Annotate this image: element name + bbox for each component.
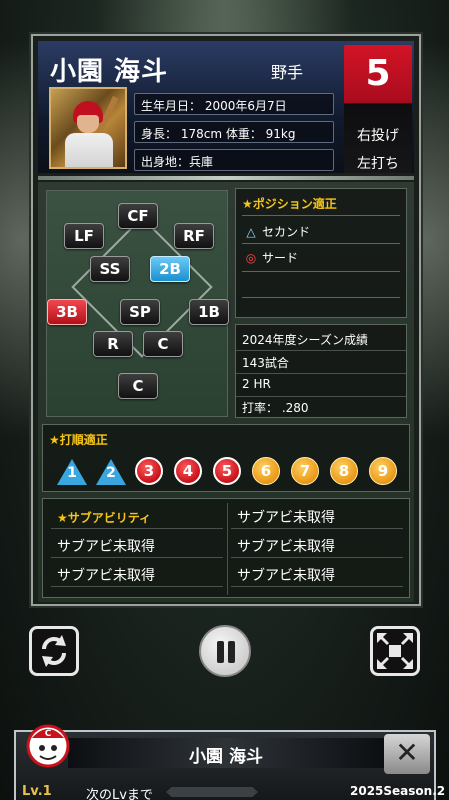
- birthdate-row: 生年月日： 2000年6月7日: [134, 93, 334, 115]
- uniform-number-box: 5 右投げ 左打ち: [344, 45, 412, 173]
- season-title: 2024年度シーズン成績: [242, 333, 368, 347]
- season-avg: 打率： .280: [242, 401, 309, 415]
- season-tag: 2025Season.2: [350, 784, 446, 798]
- position-ss: SS: [90, 256, 130, 282]
- svg-text:C: C: [45, 729, 52, 739]
- aptitude-label-second: セカンド: [262, 225, 311, 239]
- position-rp: R: [93, 331, 133, 357]
- batting-order-number: 1: [67, 465, 77, 481]
- footer-player-name: 小園 海斗: [189, 747, 263, 767]
- pause-button[interactable]: [199, 625, 251, 677]
- sub-ability-panel: ★サブアビリティ サブアビ未取得 サブアビ未取得 サブアビ未取得 サブアビ未取得…: [42, 498, 410, 598]
- aptitude-item-third: ◎ サード: [244, 249, 298, 266]
- header-divider: [38, 176, 414, 180]
- next-level-label: 次のLvまで: [86, 788, 153, 800]
- season-stats-panel: 2024年度シーズン成績 143試合 2 HR 打率： .280: [235, 324, 407, 418]
- aptitude-divider: [242, 271, 400, 272]
- sub-ability-slot: サブアビ未取得: [231, 532, 403, 558]
- position-cp: C: [143, 331, 183, 357]
- sub-ability-slot: サブアビ未取得: [51, 561, 223, 587]
- season-divider: [236, 350, 406, 351]
- double-circle-icon: ◎: [245, 251, 257, 265]
- sub-ability-title: ★サブアビリティ: [51, 503, 223, 529]
- season-games: 143試合: [242, 356, 289, 370]
- physique-row: 身長： 178cm 体重： 91kg: [134, 121, 334, 143]
- position-3b: 3B: [47, 299, 87, 325]
- batting-order-marker: 9: [369, 457, 397, 485]
- close-button[interactable]: ✕: [384, 734, 430, 774]
- exp-bar: [166, 787, 258, 797]
- position-aptitude-title: ★ポジション適正: [242, 197, 337, 211]
- shrink-icon: [377, 633, 413, 669]
- aptitude-label-third: サード: [262, 251, 299, 265]
- aptitude-divider: [242, 243, 400, 244]
- level-label: Lv.1: [22, 784, 52, 799]
- batting-order-title: ★打順適正: [49, 433, 108, 447]
- position-catcher: C: [118, 373, 158, 399]
- position-sp: SP: [120, 299, 160, 325]
- field-diagram: CF LF RF SS 2B 3B SP 1B R C C: [46, 190, 229, 417]
- aptitude-divider: [242, 215, 400, 216]
- card-header: 小園 海斗 野手 5 右投げ 左打ち 生年月日： 2000年6月7日 身長： 1…: [38, 41, 414, 173]
- pause-icon: [228, 641, 235, 663]
- aptitude-item-second: △ セカンド: [244, 223, 310, 240]
- position-aptitude-panel: ★ポジション適正 △ セカンド ◎ サード: [235, 188, 407, 318]
- position-rf: RF: [174, 223, 214, 249]
- position-2b: 2B: [150, 256, 190, 282]
- aptitude-divider: [242, 297, 400, 298]
- batting-order-marker: 6: [252, 457, 280, 485]
- sub-ability-slot: サブアビ未取得: [231, 503, 403, 529]
- season-hr: 2 HR: [242, 377, 271, 391]
- refresh-icon: [42, 635, 66, 667]
- refresh-button[interactable]: [29, 626, 79, 676]
- player-name: 小園 海斗: [50, 57, 169, 87]
- throws-label: 右投げ: [357, 128, 399, 144]
- season-divider: [236, 373, 406, 374]
- sub-ability-slot: サブアビ未取得: [231, 561, 403, 587]
- batting-order-marker: 8: [330, 457, 358, 485]
- batting-order-marker: 7: [291, 457, 319, 485]
- sub-ability-divider: [227, 503, 228, 595]
- player-photo: [49, 87, 127, 169]
- player-card: 小園 海斗 野手 5 右投げ 左打ち 生年月日： 2000年6月7日 身長： 1…: [31, 34, 421, 606]
- footer-name-bar: 小園 海斗: [68, 738, 384, 768]
- batting-order-number: 2: [106, 465, 116, 481]
- pause-icon: [217, 641, 224, 663]
- season-divider: [236, 396, 406, 397]
- player-footer-panel: 小園 海斗 ✕ C Lv.1 次のLvまで 2025Season.2: [14, 724, 445, 800]
- shrink-button[interactable]: [370, 626, 420, 676]
- hometown-row: 出身地：兵庫: [134, 149, 334, 171]
- team-mascot-icon: C: [26, 724, 70, 768]
- bats-label: 左打ち: [357, 156, 399, 172]
- batting-order-marker: 5: [213, 457, 241, 485]
- sub-ability-slot: サブアビ未取得: [51, 532, 223, 558]
- position-cf: CF: [118, 203, 158, 229]
- batting-order-panel: ★打順適正 1 2 3456789: [42, 424, 410, 492]
- triangle-icon: △: [246, 225, 256, 239]
- position-1b: 1B: [189, 299, 229, 325]
- player-position: 野手: [271, 63, 304, 82]
- detail-area: CF LF RF SS 2B 3B SP 1B R C C ★ポジション適正 △…: [38, 182, 414, 602]
- batting-order-marker: 3: [135, 457, 163, 485]
- batting-order-marker: 4: [174, 457, 202, 485]
- position-lf: LF: [64, 223, 104, 249]
- uniform-number: 5: [365, 53, 391, 94]
